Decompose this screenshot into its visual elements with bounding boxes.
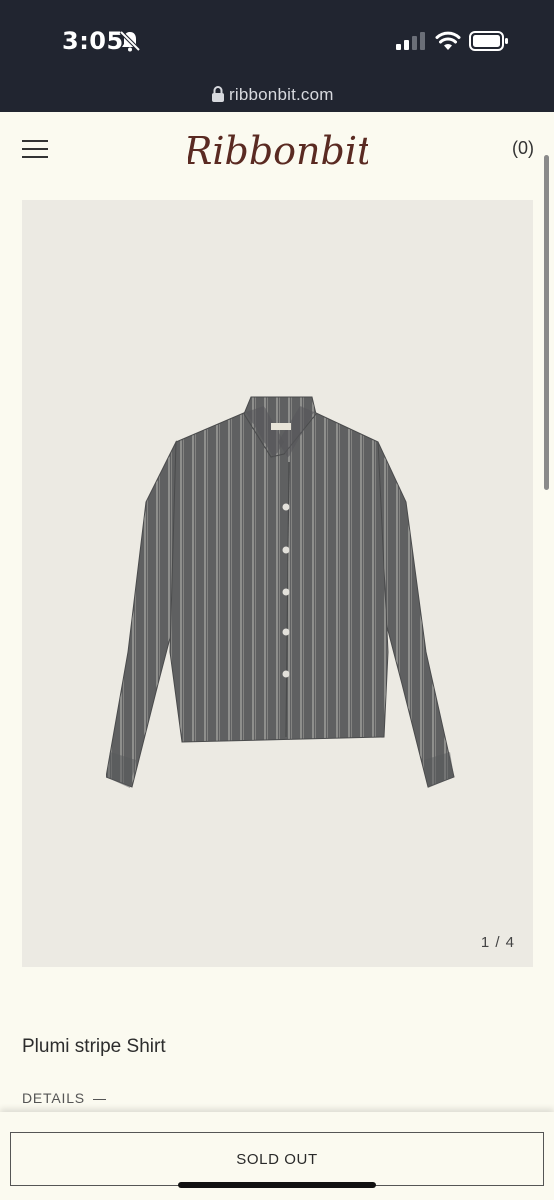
status-time: 3:05	[62, 27, 124, 55]
details-toggle[interactable]: DETAILS	[22, 1090, 106, 1106]
hamburger-menu-icon[interactable]	[22, 140, 48, 160]
logo-text: Ribbonbit	[188, 129, 368, 173]
battery-icon	[469, 31, 508, 51]
url-text: ribbonbit.com	[229, 85, 334, 104]
sold-out-button[interactable]: SOLD OUT	[10, 1132, 544, 1186]
site-header: Ribbonbit (0)	[0, 112, 554, 190]
image-counter: 1 / 4	[480, 934, 515, 951]
page-scrollbar[interactable]	[544, 155, 549, 490]
details-label: DETAILS	[22, 1090, 85, 1106]
logo[interactable]: Ribbonbit	[188, 118, 368, 178]
collapse-dash-icon	[92, 1098, 106, 1100]
browser-address-bar[interactable]: ribbonbit.com	[0, 80, 554, 112]
cart-count[interactable]: (0)	[512, 138, 534, 159]
wifi-icon	[435, 31, 461, 50]
product-image-striped-shirt	[106, 396, 455, 788]
bell-slash-icon	[119, 30, 141, 52]
cellular-signal-icon	[396, 32, 425, 50]
status-bar: 3:05	[0, 0, 554, 80]
product-title: Plumi stripe Shirt	[22, 1036, 166, 1057]
home-indicator[interactable]	[178, 1182, 376, 1188]
bottom-action-bar: SOLD OUT	[0, 1112, 554, 1200]
product-image-gallery[interactable]: 1 / 4	[22, 200, 533, 967]
lock-icon	[212, 86, 224, 102]
